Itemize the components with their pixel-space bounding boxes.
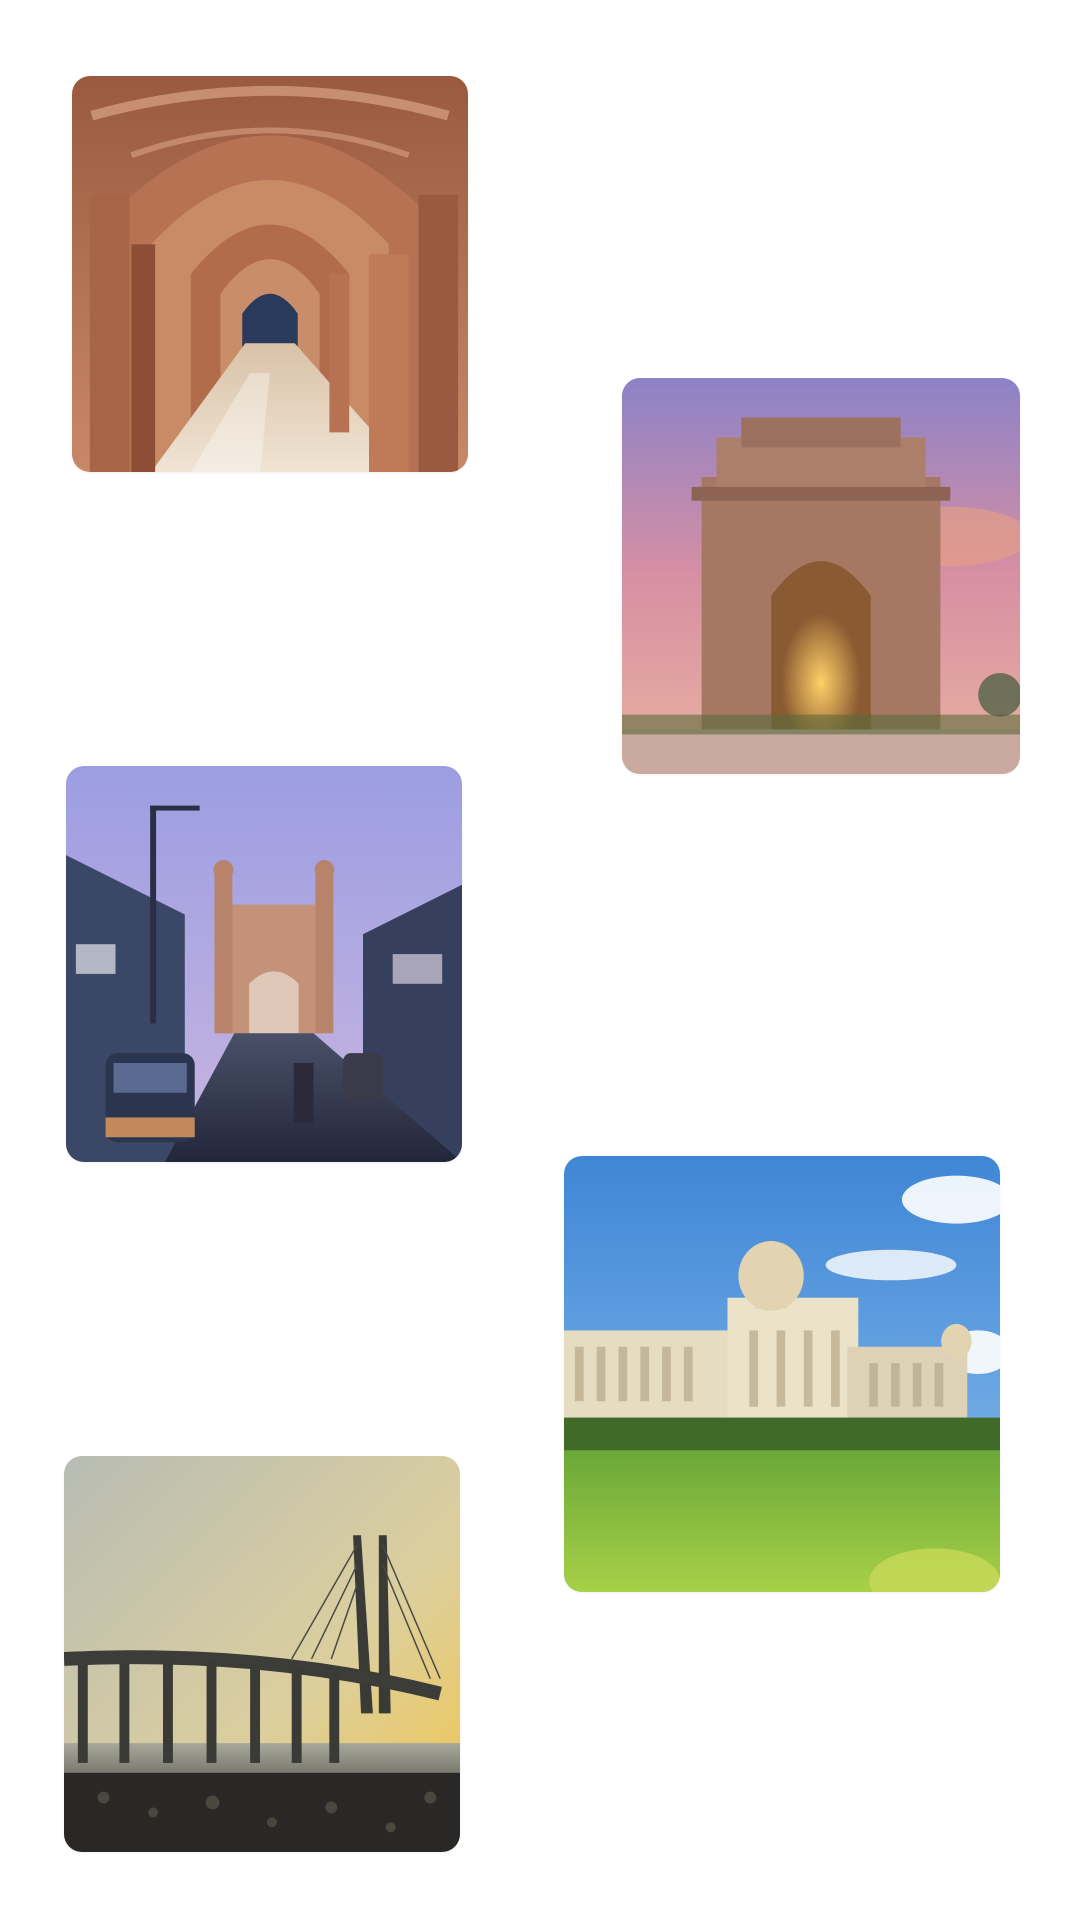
charminar-street-image xyxy=(66,766,462,1162)
arched-corridor-image xyxy=(72,76,468,472)
photo-card-charminar-street[interactable] xyxy=(66,766,462,1162)
india-gate-image xyxy=(622,378,1020,774)
photo-card-sea-link-bridge[interactable] xyxy=(64,1456,460,1852)
photo-card-arched-corridor[interactable] xyxy=(72,76,468,472)
sea-link-bridge-image xyxy=(64,1456,460,1852)
photo-card-vidhana-soudha[interactable] xyxy=(564,1156,1000,1592)
photo-card-india-gate[interactable] xyxy=(622,378,1020,774)
vidhana-soudha-image xyxy=(564,1156,1000,1592)
